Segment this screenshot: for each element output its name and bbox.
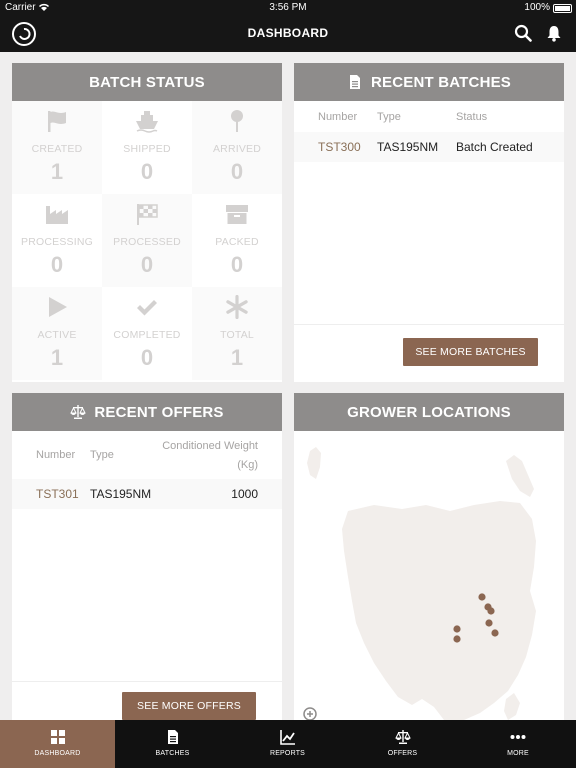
document-icon (167, 730, 178, 744)
see-more-batches-button[interactable]: SEE MORE BATCHES (403, 338, 538, 366)
document-icon (349, 75, 360, 89)
map-marker[interactable] (487, 607, 495, 615)
column-header-number: Number (318, 111, 358, 123)
scales-icon (70, 405, 87, 419)
divider (12, 681, 282, 682)
factory-icon (46, 206, 68, 224)
box-icon (226, 205, 248, 224)
grower-locations-header: GROWER LOCATIONS (294, 393, 564, 431)
map-marker[interactable] (478, 593, 486, 601)
offer-number-link[interactable]: TST301 (36, 487, 79, 501)
batch-number-link[interactable]: TST300 (318, 140, 361, 154)
status-cell-processing[interactable]: PROCESSING 0 (12, 194, 102, 287)
tab-bar: DASHBOARD BATCHES REPORTS OFFERS MORE (0, 720, 576, 768)
recent-batches-header: RECENT BATCHES (294, 63, 564, 101)
flag-icon (48, 111, 66, 132)
map-marker[interactable] (491, 629, 499, 637)
column-header-weight: Conditioned Weight (162, 440, 258, 452)
table-row[interactable]: TST301 TAS195NM 1000 (12, 479, 282, 509)
bell-icon[interactable] (545, 24, 563, 42)
see-more-offers-button[interactable]: SEE MORE OFFERS (122, 692, 256, 720)
recent-offers-card: RECENT OFFERS Number Type Conditioned We… (12, 393, 282, 720)
tab-batches[interactable]: BATCHES (115, 720, 230, 768)
status-cell-total[interactable]: TOTAL 1 (192, 287, 282, 380)
search-icon[interactable] (514, 24, 532, 42)
status-cell-shipped[interactable]: SHIPPED 0 (102, 101, 192, 194)
grower-locations-title: GROWER LOCATIONS (347, 403, 511, 421)
map-marker[interactable] (485, 619, 493, 627)
offer-weight: 1000 (231, 487, 258, 501)
status-bar: Carrier 3:56 PM 100% (0, 0, 576, 16)
recent-offers-header: RECENT OFFERS (12, 393, 282, 431)
offer-type: TAS195NM (90, 487, 152, 501)
page-title: DASHBOARD (247, 26, 329, 40)
map-marker[interactable] (453, 625, 461, 633)
map-marker[interactable] (453, 635, 461, 643)
divider (294, 324, 564, 325)
column-header-type: Type (377, 111, 401, 123)
play-icon (49, 297, 67, 317)
batch-status-header: BATCH STATUS (12, 63, 282, 101)
recent-offers-title: RECENT OFFERS (94, 403, 224, 421)
ship-icon (136, 111, 158, 133)
status-cell-created[interactable]: CREATED 1 (12, 101, 102, 194)
clock: 3:56 PM (269, 2, 307, 13)
grower-locations-card: GROWER LOCATIONS (294, 393, 564, 720)
checkered-flag-icon (137, 204, 158, 225)
batch-status: Batch Created (456, 140, 533, 154)
tab-offers[interactable]: OFFERS (345, 720, 460, 768)
recent-batches-title: RECENT BATCHES (370, 73, 512, 91)
battery-percent: 100% (524, 2, 550, 13)
column-header-number: Number (36, 449, 76, 461)
tab-more[interactable]: MORE (460, 720, 576, 768)
batch-status-grid: CREATED 1 SHIPPED 0 ARRIVED 0 PROCESSING… (12, 101, 282, 382)
batch-status-title: BATCH STATUS (89, 73, 205, 91)
chart-icon (279, 730, 295, 745)
status-cell-processed[interactable]: PROCESSED 0 (102, 194, 192, 287)
recent-batches-card: RECENT BATCHES Number Type Status TST300… (294, 63, 564, 382)
column-header-weight-unit: (Kg) (237, 459, 258, 471)
battery-icon (553, 4, 572, 13)
more-icon (510, 735, 526, 739)
status-cell-packed[interactable]: PACKED 0 (192, 194, 282, 287)
pin-icon (231, 110, 243, 132)
scales-icon (394, 730, 411, 744)
tab-dashboard[interactable]: DASHBOARD (0, 720, 115, 768)
table-row[interactable]: TST300 TAS195NM Batch Created (294, 132, 564, 162)
status-cell-active[interactable]: ACTIVE 1 (12, 287, 102, 380)
batch-type: TAS195NM (377, 140, 439, 154)
app-header: DASHBOARD (0, 16, 576, 52)
asterisk-icon (226, 295, 248, 319)
column-header-status: Status (456, 111, 488, 123)
grower-map[interactable] (294, 431, 564, 720)
check-icon (137, 300, 157, 316)
status-cell-arrived[interactable]: ARRIVED 0 (192, 101, 282, 194)
grid-icon (50, 730, 65, 744)
tab-reports[interactable]: REPORTS (230, 720, 345, 768)
status-cell-completed[interactable]: COMPLETED 0 (102, 287, 192, 380)
batch-status-card: BATCH STATUS CREATED 1 SHIPPED 0 ARRIVED… (12, 63, 282, 382)
column-header-type: Type (90, 449, 114, 461)
